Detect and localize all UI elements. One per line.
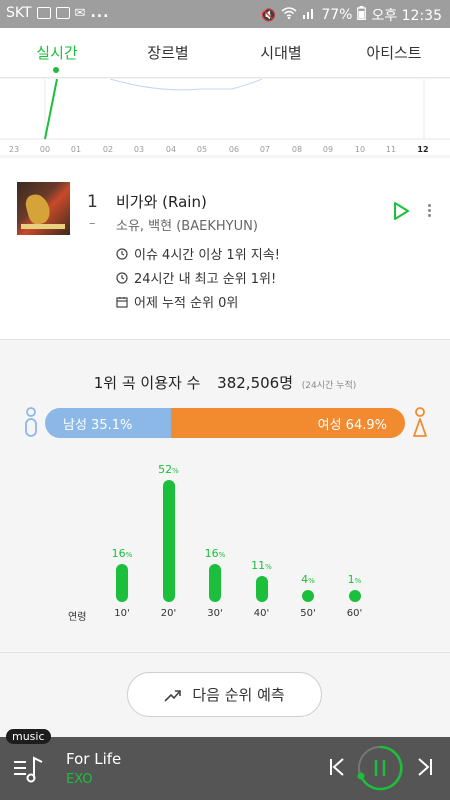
pause-icon[interactable] xyxy=(355,743,405,793)
active-tab-indicator xyxy=(53,67,59,73)
album-art[interactable] xyxy=(17,182,70,235)
mail-notification-icon: ✉ xyxy=(74,5,86,21)
tab-genre[interactable]: 장르별 xyxy=(143,42,193,63)
fact-text: 24시간 내 최고 순위 1위! xyxy=(134,272,277,287)
fact-item: 이슈 4시간 이상 1위 지속! xyxy=(116,244,280,263)
carrier-label: SKT xyxy=(6,5,32,21)
more-notifications-indicator: ... xyxy=(90,5,110,21)
clock-icon xyxy=(116,247,128,260)
mute-icon: 🔇 xyxy=(261,8,277,22)
age-bar-value: 4% xyxy=(301,573,315,586)
hour-label: 10 xyxy=(354,145,366,154)
now-playing-artist[interactable]: EXO xyxy=(66,772,93,787)
tab-realtime[interactable]: 실시간 xyxy=(32,42,82,63)
age-bar-label: 10' xyxy=(114,608,130,619)
age-axis-label: 연령 xyxy=(68,612,87,623)
clock-icon xyxy=(116,271,128,284)
hour-label: 07 xyxy=(259,145,271,154)
playlist-icon[interactable] xyxy=(12,752,46,786)
image-notification-icon xyxy=(36,7,51,19)
listener-label: 1위 곡 이용자 수 xyxy=(93,374,201,392)
age-bar-label: 20' xyxy=(160,608,177,619)
trend-chart-lines xyxy=(0,78,450,140)
fact-item: 어제 누적 순위 0위 xyxy=(116,292,238,311)
hour-label: 00 xyxy=(39,145,51,154)
hour-label: 23 xyxy=(8,145,20,154)
rank-change: – xyxy=(89,216,96,231)
age-bar-label: 30' xyxy=(207,608,223,619)
message-notification-icon xyxy=(55,7,70,19)
chart-tabs: 실시간 장르별 시대별 아티스트 xyxy=(0,28,450,78)
age-bar-label: 50' xyxy=(300,608,316,619)
age-bar-value: 16% xyxy=(204,547,226,561)
top-song-card: 1 – 비가와 (Rain) 소유, 백현 (BAEKHYUN) 이슈 4시간 … xyxy=(0,158,450,340)
fact-text: 어제 누적 순위 0위 xyxy=(134,296,239,311)
clock-time: 오후 12:35 xyxy=(371,8,442,24)
song-rank: 1 xyxy=(87,192,98,212)
hour-label: 05 xyxy=(196,145,208,154)
listener-note: (24시간 누적) xyxy=(301,381,357,391)
hour-label: 04 xyxy=(165,145,177,154)
age-bar xyxy=(302,590,314,602)
play-icon[interactable] xyxy=(390,200,412,222)
timeline-hours: 23 00 01 02 03 04 05 06 07 08 09 10 11 1… xyxy=(0,145,450,157)
hour-label-current[interactable]: 12 xyxy=(413,145,433,154)
fact-item: 24시간 내 최고 순위 1위! xyxy=(116,268,276,287)
female-person-icon xyxy=(413,407,427,437)
age-bar-value: 16% xyxy=(111,547,133,561)
battery-icon xyxy=(357,6,367,24)
fact-text: 이슈 4시간 이상 1위 지속! xyxy=(134,248,280,263)
female-ratio: 여성 64.9% xyxy=(171,408,405,438)
age-bar xyxy=(209,564,221,602)
more-options-icon[interactable] xyxy=(424,202,434,222)
gender-ratio-bar: 남성 35.1% 여성 64.9% xyxy=(45,408,405,438)
age-bar-label: 60' xyxy=(346,608,363,619)
divider xyxy=(0,652,450,653)
age-bar xyxy=(348,590,361,602)
tab-artist[interactable]: 아티스트 xyxy=(361,42,427,63)
hour-label: 01 xyxy=(70,145,82,154)
age-bar-value: 1% xyxy=(347,573,362,586)
hour-label: 03 xyxy=(133,145,145,154)
next-track-icon[interactable] xyxy=(414,756,436,778)
hour-label: 02 xyxy=(102,145,114,154)
hour-label: 09 xyxy=(322,145,334,154)
age-bar xyxy=(255,576,268,602)
male-ratio: 남성 35.1% xyxy=(45,408,172,438)
hour-label: 06 xyxy=(228,145,240,154)
predict-button-label: 다음 순위 예측 xyxy=(192,686,285,704)
wifi-icon xyxy=(281,7,297,23)
age-bar-value: 11% xyxy=(251,559,272,573)
battery-percent: 77% xyxy=(321,7,353,23)
predict-next-rank-button[interactable]: 다음 순위 예측 xyxy=(127,672,322,717)
age-bar-label: 40' xyxy=(253,608,270,619)
trend-chart xyxy=(0,78,450,155)
age-bar xyxy=(116,564,128,602)
hour-label: 11 xyxy=(385,145,397,154)
age-bar xyxy=(162,480,175,602)
male-person-icon xyxy=(25,407,37,437)
now-playing-title[interactable]: For Life xyxy=(66,750,121,768)
music-tag: music xyxy=(6,729,51,744)
signal-icon xyxy=(302,7,316,23)
previous-track-icon[interactable] xyxy=(326,756,348,778)
listener-number: 382,506명 xyxy=(217,374,294,392)
age-distribution-chart: 16% 10' 52% 20' 16% 30' 11% 40' 4% 50' 1% 60' xyxy=(0,455,450,625)
calendar-icon xyxy=(116,296,128,308)
age-bar-value: 52% xyxy=(158,463,179,476)
listener-count: 1위 곡 이용자 수 382,506명 (24시간 누적) xyxy=(0,372,450,393)
trend-up-icon xyxy=(164,689,182,702)
hour-label: 08 xyxy=(291,145,303,154)
tab-era[interactable]: 시대별 xyxy=(256,42,306,63)
song-artist[interactable]: 소유, 백현 (BAEKHYUN) xyxy=(116,215,258,234)
status-bar: SKT ✉ ... 🔇 77% 오후 12:35 xyxy=(0,0,450,28)
song-title[interactable]: 비가와 (Rain) xyxy=(116,191,207,212)
